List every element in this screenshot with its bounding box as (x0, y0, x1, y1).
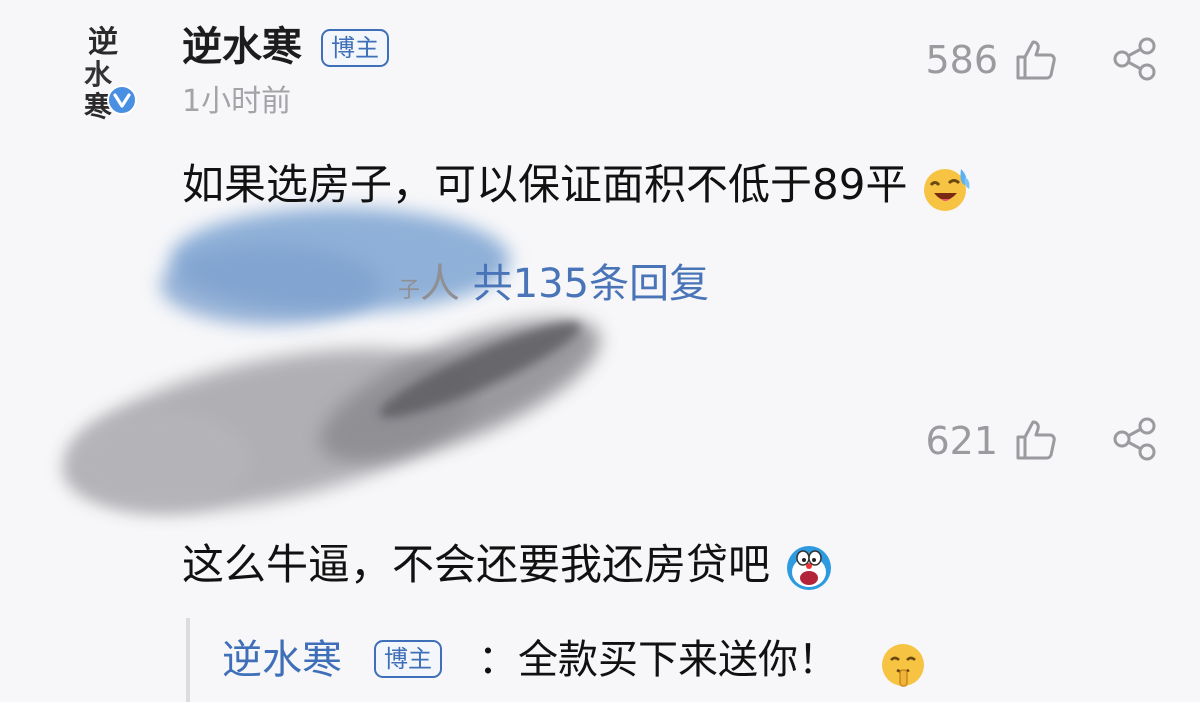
view-replies-link[interactable]: 子人 共135条回复 (398, 258, 709, 317)
replies-avatar-hint: 子 (398, 278, 421, 303)
share-icon[interactable] (1110, 416, 1160, 462)
comment-text: 这么牛逼，不会还要我还房贷吧 (182, 538, 835, 593)
share-icon[interactable] (1110, 36, 1160, 82)
comment-author-name[interactable]: 逆水寒 (182, 22, 302, 72)
blogger-badge: 博主 (374, 640, 442, 678)
replies-count-link[interactable]: 共135条回复 (473, 261, 709, 307)
doraemon-emoji (787, 545, 832, 590)
thumbs-up-icon[interactable] (1014, 38, 1058, 82)
laughing-tears-emoji (923, 168, 970, 211)
comment-text-content: 如果选房子，可以保证面积不低于89平 (182, 160, 908, 209)
verified-icon (107, 85, 137, 115)
like-count: 586 (925, 38, 998, 82)
replies-user-hint: 人 (420, 261, 461, 307)
shush-emoji (882, 644, 924, 687)
comment-text-content: 这么牛逼，不会还要我还房贷吧 (182, 540, 771, 589)
comment-text: 如果选房子，可以保证面积不低于89平 (182, 158, 973, 213)
thumbs-up-icon[interactable] (1014, 418, 1058, 462)
blogger-badge: 博主 (321, 29, 389, 67)
comment-timestamp: 1小时前 (182, 84, 292, 119)
avatar-char-1: 逆 (88, 25, 118, 60)
reply-quote-bar (186, 618, 190, 702)
reply-text: ：全款买下来送你！ (478, 637, 838, 683)
redaction-smudge (64, 208, 601, 512)
like-count: 621 (925, 419, 998, 463)
author-avatar[interactable]: 逆 水 寒 (62, 18, 142, 123)
reply-author-name[interactable]: 逆水寒 (222, 634, 342, 686)
